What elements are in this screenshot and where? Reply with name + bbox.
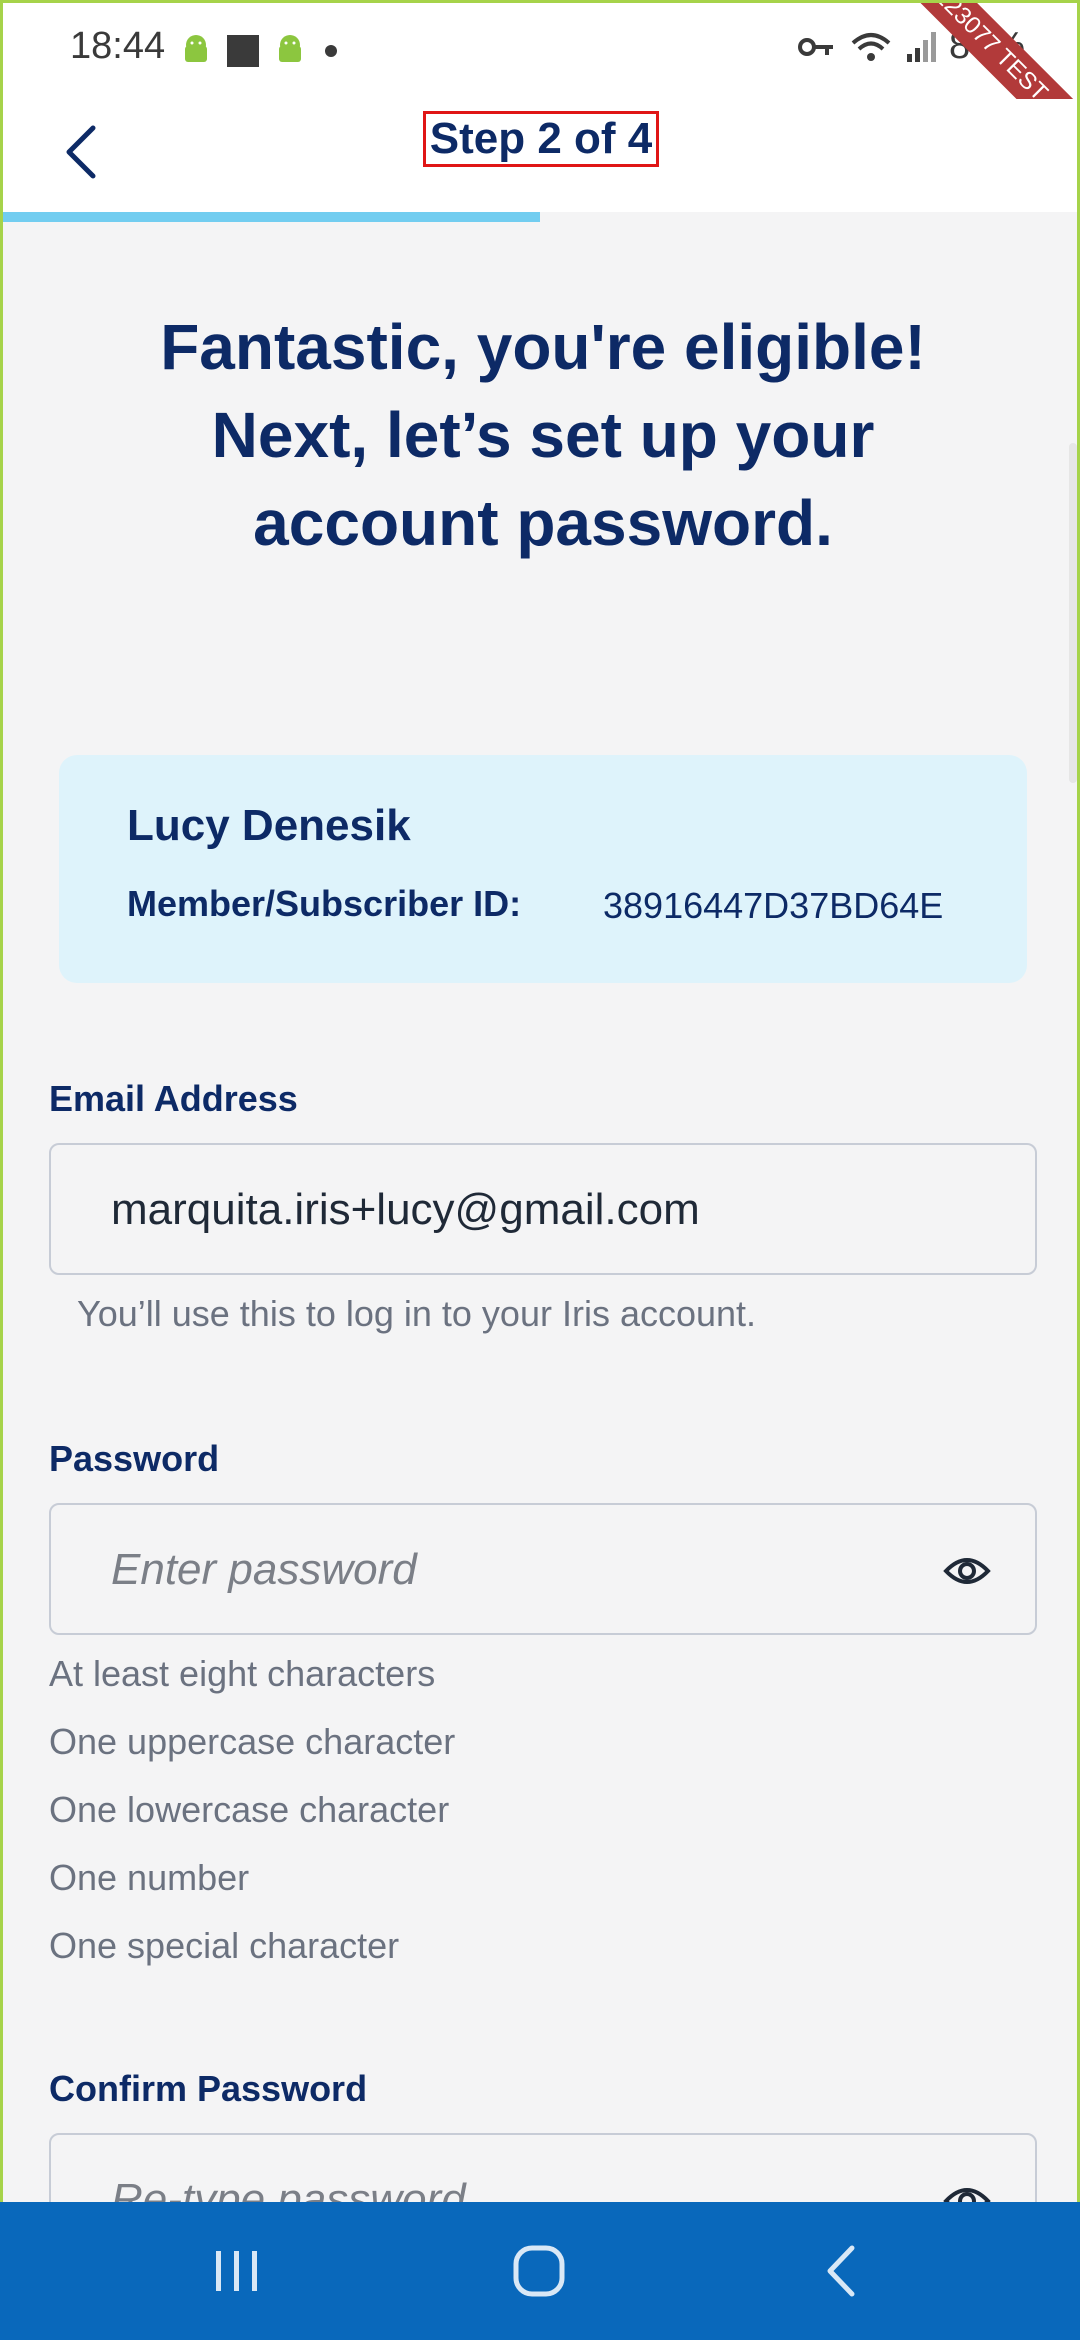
password-requirement: One number — [49, 1857, 250, 1898]
status-time: 18:44 — [70, 25, 166, 67]
android-icon — [279, 35, 301, 62]
notification-dot-icon — [325, 45, 337, 57]
member-name: Lucy Denesik — [127, 801, 411, 850]
headline-line-1: Fantastic, you're eligible! — [160, 311, 926, 383]
password-field-box[interactable] — [49, 1503, 1037, 1635]
password-field[interactable] — [109, 1537, 913, 1603]
password-requirement: One special character — [49, 1925, 400, 1966]
back-button[interactable] — [51, 117, 111, 187]
chevron-left-icon — [66, 125, 96, 179]
nav-back-button[interactable] — [796, 2236, 886, 2306]
eye-icon[interactable] — [943, 1553, 991, 1589]
email-field-box[interactable] — [49, 1143, 1037, 1275]
confirm-password-label: Confirm Password — [49, 2068, 368, 2109]
recent-apps-icon — [216, 2251, 257, 2291]
email-hint: You’ll use this to log in to your Iris a… — [77, 1293, 757, 1334]
back-icon — [827, 2245, 855, 2297]
home-button[interactable] — [494, 2236, 584, 2306]
headline-line-2: Next, let’s set up your — [211, 399, 875, 471]
member-id-label: Member/Subscriber ID: — [127, 883, 522, 924]
app-square-icon — [227, 35, 259, 67]
scrollbar[interactable] — [1069, 443, 1077, 783]
wifi-icon — [851, 32, 891, 61]
password-requirement: One lowercase character — [49, 1789, 450, 1830]
progress-fill — [3, 212, 540, 222]
eye-icon[interactable] — [943, 2183, 991, 2202]
system-nav-bar — [0, 2202, 1080, 2340]
headline-line-3: account password. — [253, 487, 833, 559]
email-label: Email Address — [49, 1078, 298, 1119]
recent-apps-button[interactable] — [192, 2236, 282, 2306]
member-id-value: 38916447D37BD64E — [603, 885, 944, 926]
app-frame: 18:44 84% 223077 TEST Step 2 of 4 Fantas… — [0, 0, 1080, 2202]
status-bar: 18:44 84% 223077 TEST — [3, 3, 1077, 161]
home-icon — [513, 2245, 565, 2297]
signal-icon — [906, 31, 936, 62]
key-icon — [797, 37, 833, 56]
password-requirement: At least eight characters — [49, 1653, 436, 1694]
password-label: Password — [49, 1438, 220, 1479]
page-title: Fantastic, you're eligible! Next, let’s … — [63, 303, 1023, 567]
app-bar: Step 2 of 4 — [3, 99, 1077, 213]
confirm-password-field[interactable] — [109, 2167, 913, 2202]
email-field[interactable] — [109, 1177, 913, 1243]
progress-bar — [3, 212, 1077, 222]
confirm-password-field-box[interactable] — [49, 2133, 1037, 2202]
password-requirement: One uppercase character — [49, 1721, 456, 1762]
member-card: Lucy Denesik Member/Subscriber ID: 38916… — [59, 755, 1027, 983]
android-icon — [185, 35, 207, 62]
status-left-icons — [179, 33, 343, 69]
step-indicator: Step 2 of 4 — [423, 111, 659, 167]
